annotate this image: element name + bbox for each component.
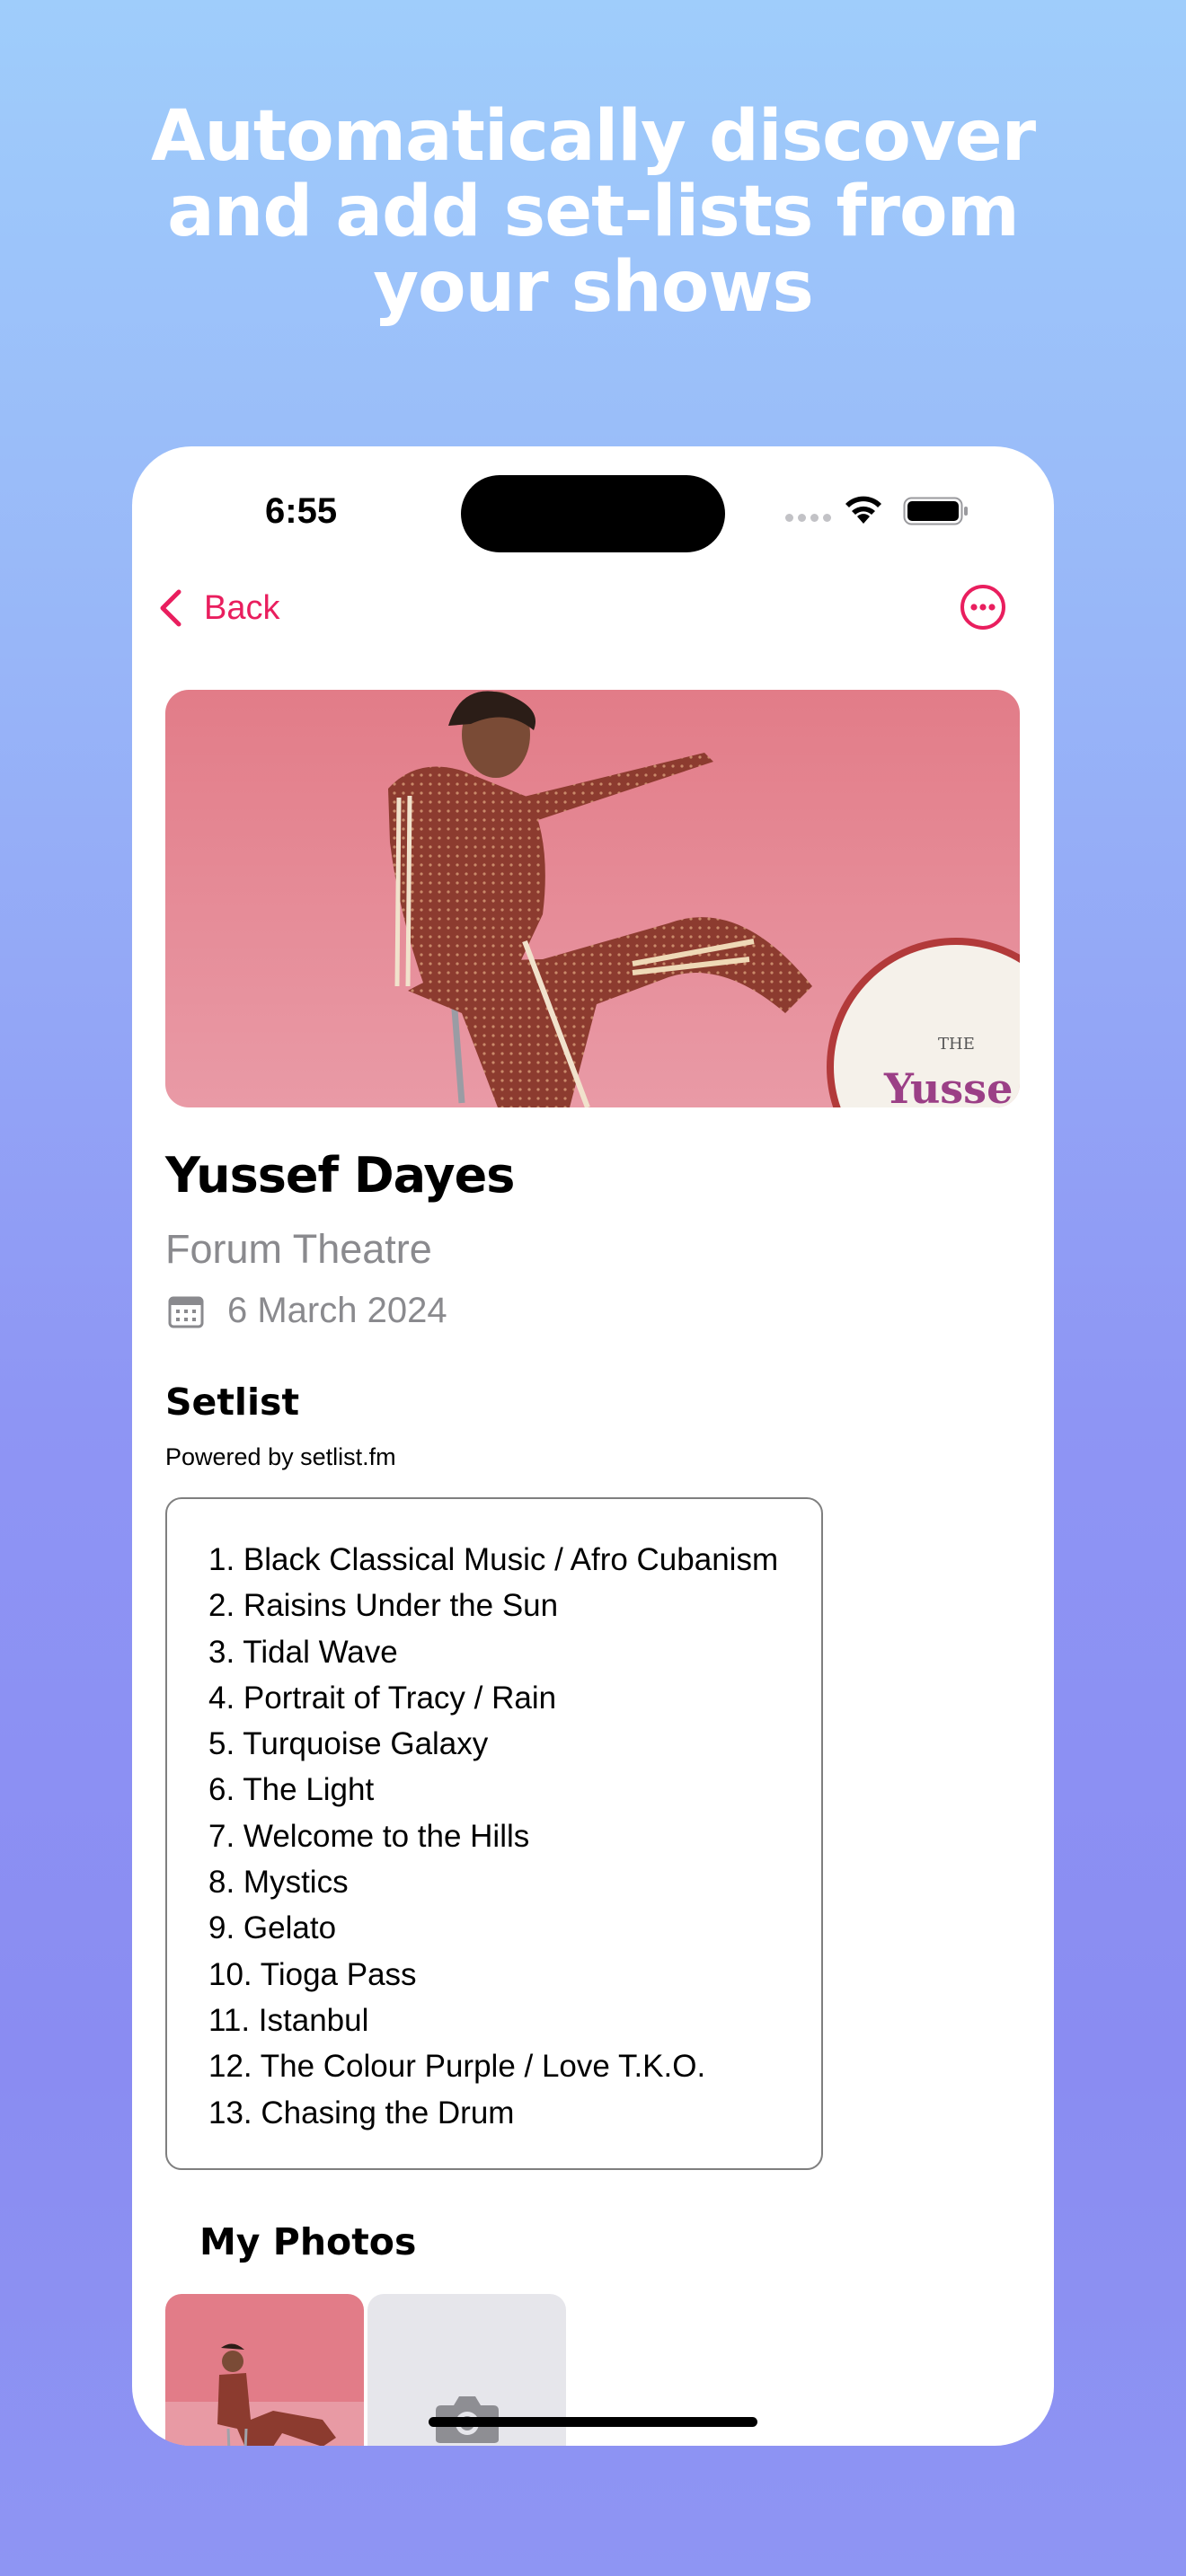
navigation-bar: Back — [132, 581, 1054, 653]
setlist-song: 7. Welcome to the Hills — [208, 1818, 530, 1854]
setlist-song: 6. The Light — [208, 1772, 375, 1808]
headline: Automatically discover and add set-lists… — [0, 99, 1186, 325]
setlist-song: 10. Tioga Pass — [208, 1956, 417, 1992]
photo-thumbnail[interactable] — [165, 2294, 364, 2446]
svg-text:Yusse: Yusse — [883, 1064, 1013, 1107]
status-bar: 6:55 — [132, 446, 1054, 581]
headline-line-2: and add set-lists from — [167, 172, 1020, 252]
setlist-song: 5. Turquoise Galaxy — [208, 1726, 489, 1762]
headline-line-1: Automatically discover — [150, 96, 1036, 177]
status-time: 6:55 — [265, 491, 338, 531]
setlist-box: 1. Black Classical Music / Afro Cubanism… — [165, 1497, 823, 2170]
photos-heading: My Photos — [199, 2220, 417, 2263]
artist-name: Yussef Dayes — [165, 1147, 515, 1204]
setlist-song: 8. Mystics — [208, 1865, 349, 1901]
event-date-text: 6 March 2024 — [227, 1291, 447, 1330]
setlist-song: 1. Black Classical Music / Afro Cubanism — [208, 1542, 779, 1577]
setlist-song: 2. Raisins Under the Sun — [208, 1588, 559, 1624]
chevron-left-icon — [160, 589, 181, 627]
setlist-song: 3. Tidal Wave — [208, 1634, 398, 1670]
svg-text:THE: THE — [938, 1035, 975, 1054]
event-date: 6 March 2024 — [168, 1291, 447, 1331]
wifi-icon — [845, 496, 881, 524]
setlist-song: 11. Istanbul — [208, 2002, 369, 2038]
setlist-heading: Setlist — [165, 1381, 300, 1424]
setlist-songs: 1. Black Classical Music / Afro Cubanism… — [208, 1537, 821, 2136]
phone-screen: 6:55 Back THE Yusse Yussef Dayes Forum T… — [132, 446, 1054, 2446]
setlist-song: 4. Portrait of Tracy / Rain — [208, 1680, 557, 1716]
back-button[interactable]: Back — [157, 588, 279, 628]
ellipsis-circle-icon[interactable] — [960, 584, 1006, 631]
battery-icon — [903, 497, 968, 525]
setlist-attribution[interactable]: Powered by setlist.fm — [165, 1443, 396, 1471]
headline-line-3: your shows — [373, 247, 814, 328]
venue-name: Forum Theatre — [165, 1226, 432, 1272]
setlist-song: 9. Gelato — [208, 1910, 337, 1946]
home-indicator[interactable] — [429, 2417, 757, 2427]
back-label: Back — [204, 588, 280, 627]
signal-icon — [785, 514, 831, 522]
setlist-song: 12. The Colour Purple / Love T.K.O. — [208, 2049, 706, 2085]
setlist-song: 13. Chasing the Drum — [208, 2095, 515, 2130]
dynamic-island — [461, 475, 725, 552]
artist-hero-image: THE Yusse — [165, 690, 1020, 1107]
calendar-icon — [168, 1296, 204, 1328]
